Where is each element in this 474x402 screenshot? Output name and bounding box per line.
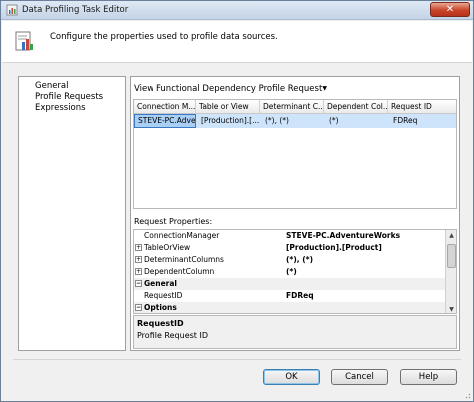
scroll-down-icon[interactable]: ▼ (447, 305, 456, 313)
property-name: DeterminantColumns (144, 255, 224, 264)
property-value[interactable]: FDReq (286, 290, 314, 302)
property-row[interactable]: + DependentColumn (*) (134, 266, 446, 278)
profile-requests-panel: View Functional Dependency Profile Reque… (130, 76, 460, 351)
close-button[interactable]: ✕ (430, 2, 470, 17)
dialog-window: Data Profiling Task Editor ✕ Configure t… (0, 0, 474, 402)
column-header-request-id[interactable]: Request ID (388, 100, 456, 114)
scroll-up-icon[interactable]: ▲ (447, 231, 456, 240)
property-value[interactable]: [Production].[Product] (286, 242, 382, 254)
nav-panel: General Profile Requests Expressions (18, 76, 126, 351)
property-row[interactable]: ConnectionManager STEVE-PC.AdventureWork… (134, 230, 446, 242)
cell-request-id[interactable]: FDReq (390, 114, 456, 128)
property-name: DependentColumn (144, 267, 215, 276)
category-name: General (144, 279, 177, 288)
property-value[interactable]: STEVE-PC.AdventureWorks (286, 230, 400, 242)
property-row[interactable]: RequestID FDReq (134, 290, 446, 302)
ok-button[interactable]: OK (263, 369, 320, 385)
app-icon (6, 4, 18, 16)
property-category-options[interactable]: − Options (134, 302, 446, 313)
property-row[interactable]: + DeterminantColumns (*), (*) (134, 254, 446, 266)
description-text: Profile Request ID (137, 331, 208, 340)
view-dropdown[interactable]: Functional Dependency Profile Request ▼ (153, 82, 331, 96)
nav-item-profile-requests[interactable]: Profile Requests (35, 92, 103, 102)
property-name: TableOrView (144, 243, 191, 252)
resize-grip-icon[interactable] (463, 391, 471, 399)
property-description: RequestID Profile Request ID (133, 315, 457, 349)
cancel-button[interactable]: Cancel (331, 369, 388, 385)
header-description: Configure the properties used to profile… (50, 32, 278, 42)
cell-determinant-columns[interactable]: (*), (*) (262, 114, 324, 128)
cell-table-or-view[interactable]: [Production].[... (198, 114, 260, 128)
scroll-thumb[interactable] (447, 244, 456, 268)
expand-icon[interactable]: + (135, 268, 142, 275)
header-banner: Configure the properties used to profile… (2, 21, 472, 63)
property-category-general[interactable]: − General (134, 278, 446, 290)
view-selected-value: Functional Dependency Profile Request (156, 84, 323, 94)
property-value[interactable]: (*), (*) (286, 254, 313, 266)
profiling-icon (15, 31, 33, 51)
title-bar[interactable]: Data Profiling Task Editor ✕ (1, 1, 473, 20)
column-header-table-or-view[interactable]: Table or View (196, 100, 260, 114)
dropdown-arrow-icon: ▼ (322, 85, 327, 92)
view-label: View (134, 84, 155, 94)
table-row[interactable]: STEVE-PC.Adve... [Production].[... (*), … (134, 114, 456, 128)
property-name: RequestID (144, 291, 183, 300)
cell-dependent-column[interactable]: (*) (326, 114, 388, 128)
column-header-connection-manager[interactable]: Connection M... (134, 100, 196, 114)
column-header-dependent-column[interactable]: Dependent Col... (324, 100, 388, 114)
requests-grid: Connection M... Table or View Determinan… (133, 99, 457, 209)
nav-item-general[interactable]: General (35, 81, 69, 91)
description-title: RequestID (137, 319, 184, 328)
expand-icon[interactable]: + (135, 244, 142, 251)
property-name: ConnectionManager (144, 231, 220, 240)
collapse-icon[interactable]: − (135, 280, 142, 287)
property-row[interactable]: + TableOrView [Production].[Product] (134, 242, 446, 254)
grid-header: Connection M... Table or View Determinan… (134, 100, 456, 114)
property-scrollbar[interactable]: ▲ ▼ (445, 230, 456, 313)
category-name: Options (144, 303, 177, 312)
nav-item-expressions[interactable]: Expressions (35, 103, 86, 113)
expand-icon[interactable]: + (135, 256, 142, 263)
property-grid: ConnectionManager STEVE-PC.AdventureWork… (133, 229, 457, 314)
window-title: Data Profiling Task Editor (22, 5, 129, 15)
footer-divider (13, 359, 461, 360)
help-button[interactable]: Help (400, 369, 457, 385)
column-header-determinant-columns[interactable]: Determinant C... (260, 100, 324, 114)
cell-connection-manager[interactable]: STEVE-PC.Adve... (134, 114, 196, 128)
request-properties-label: Request Properties: (134, 217, 213, 226)
property-value[interactable]: (*) (286, 266, 297, 278)
collapse-icon[interactable]: − (135, 304, 142, 311)
